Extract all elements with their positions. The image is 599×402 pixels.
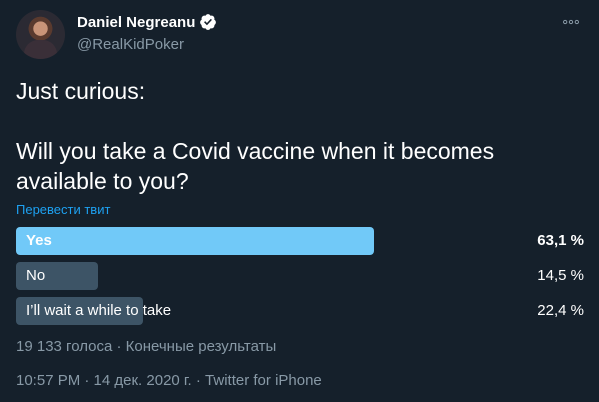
tweet-timestamp[interactable]: 10:57 PM · 14 дек. 2020 г. · Twitter for…	[16, 372, 322, 389]
poll-option-no: No 14,5 %	[16, 262, 586, 290]
poll-label-no: No	[26, 267, 46, 284]
poll-results-meta: 19 133 голоса · Конечные результаты	[16, 338, 277, 355]
author-display-name[interactable]: Daniel Negreanu	[77, 14, 195, 31]
poll-label-wait: I’ll wait a while to take	[26, 302, 172, 319]
poll-option-yes: Yes 63,1 %	[16, 227, 586, 255]
poll-label-yes: Yes	[26, 232, 52, 249]
poll-option-wait: I’ll wait a while to take 22,4 %	[16, 297, 586, 325]
author-name-row: Daniel Negreanu	[77, 13, 217, 31]
poll-percent-yes: 63,1 %	[537, 232, 584, 249]
poll-percent-wait: 22,4 %	[537, 302, 584, 319]
poll-percent-no: 14,5 %	[537, 267, 584, 284]
verified-badge-icon	[199, 13, 217, 31]
tweet-text: Just curious: Will you take a Covid vacc…	[16, 78, 495, 194]
more-options-icon[interactable]	[559, 10, 583, 34]
author-handle[interactable]: @RealKidPoker	[77, 36, 184, 53]
author-avatar[interactable]	[16, 10, 65, 59]
poll-bar-yes	[16, 227, 374, 255]
translate-tweet-link[interactable]: Перевести твит	[16, 202, 110, 217]
